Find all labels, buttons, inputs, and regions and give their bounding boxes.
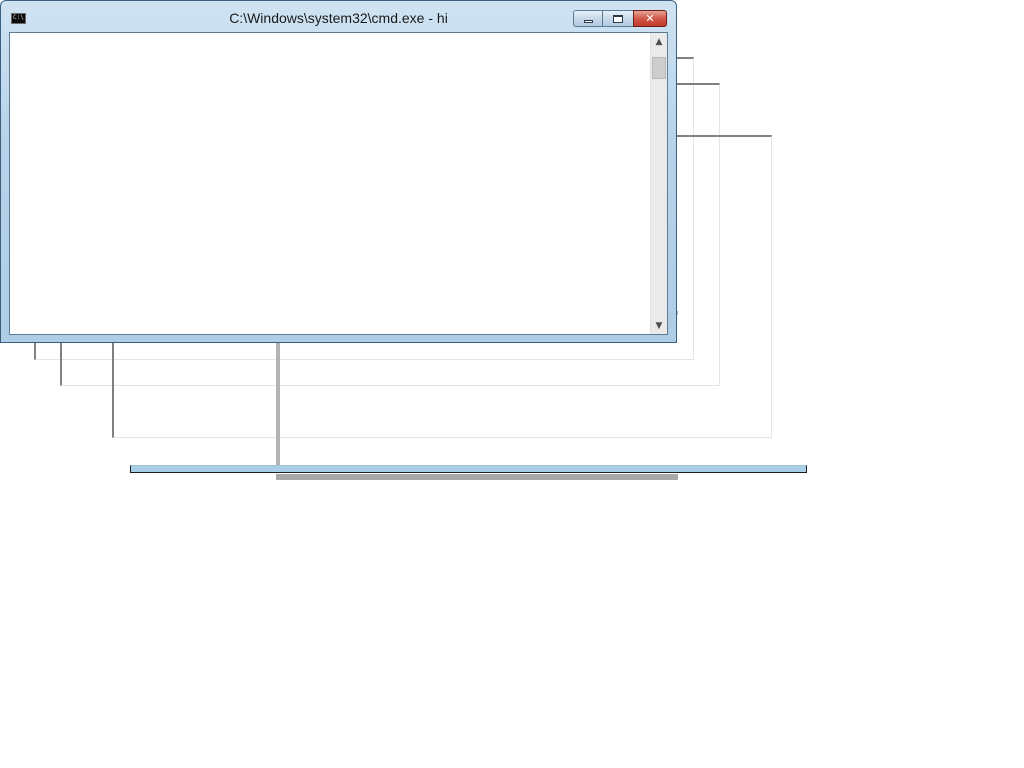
console-icon[interactable]: C:\ — [11, 13, 26, 24]
vertical-scrollbar[interactable]: ▲ ▼ — [650, 33, 667, 334]
caption-buttons: ✕ — [573, 10, 667, 29]
title-bar[interactable]: C:\ C:\Windows\system32\cmd.exe - hi ✕ — [1, 1, 676, 32]
window-ghost-trail — [276, 474, 678, 480]
window-title: C:\Windows\system32\cmd.exe - hi — [229, 10, 448, 26]
console-output[interactable] — [10, 33, 651, 334]
minimize-icon — [583, 20, 593, 23]
scroll-up-icon[interactable]: ▲ — [651, 33, 667, 50]
close-button[interactable]: ✕ — [633, 10, 667, 27]
scrollbar-thumb[interactable] — [652, 57, 666, 79]
maximize-button[interactable] — [603, 10, 633, 27]
desktop: C:\ C:\Windows\system32\cmd.exe - hi ✕ ▲… — [0, 0, 1024, 768]
window-ghost-titlebar — [130, 465, 807, 473]
minimize-button[interactable] — [573, 10, 603, 27]
maximize-icon — [613, 14, 623, 23]
console-window[interactable]: C:\ C:\Windows\system32\cmd.exe - hi ✕ ▲… — [0, 0, 677, 343]
scroll-down-icon[interactable]: ▼ — [651, 317, 667, 334]
close-icon: ✕ — [645, 12, 655, 25]
console-client-area: ▲ ▼ — [9, 32, 668, 335]
